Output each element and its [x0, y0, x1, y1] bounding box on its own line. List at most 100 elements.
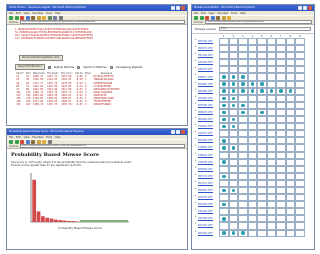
title-bar[interactable]: Probability Based Mowse Score - Microsof… [7, 129, 187, 135]
refresh-icon[interactable] [25, 16, 30, 20]
matrix-cell[interactable] [228, 172, 238, 180]
matrix-cell[interactable] [257, 52, 267, 60]
matrix-cell[interactable] [219, 80, 229, 88]
matrix-cell[interactable] [228, 80, 238, 88]
matrix-cell[interactable] [257, 201, 267, 209]
matrix-cell[interactable] [247, 80, 257, 88]
matrix-cell[interactable] [238, 130, 248, 138]
matrix-cell[interactable] [219, 116, 229, 124]
matrix-cell[interactable] [276, 208, 286, 216]
title-bar[interactable]: Ghost Hunter - Sequence Aligner - Micros… [7, 5, 187, 11]
mail-icon[interactable] [53, 16, 57, 20]
matrix-cell[interactable] [295, 194, 305, 202]
matrix-cell[interactable] [276, 108, 286, 117]
url-input[interactable]: http://localhost/ghosthunter/align.cgi?j… [20, 20, 185, 24]
matrix-cell[interactable] [247, 165, 257, 173]
matrix-cell[interactable] [257, 208, 267, 216]
menu-file[interactable]: File [9, 12, 13, 15]
matrix-cell[interactable] [285, 108, 295, 117]
matrix-cell[interactable] [238, 144, 248, 152]
menu-edit[interactable]: Edit [16, 136, 21, 139]
back-icon[interactable] [194, 16, 198, 20]
matrix-cell[interactable] [238, 201, 248, 209]
matrix-cell[interactable] [247, 158, 257, 166]
matrix-cell[interactable] [295, 52, 305, 60]
matrix-cell[interactable] [247, 94, 257, 102]
matrix-cell[interactable] [238, 45, 248, 53]
matrix-cell[interactable] [266, 94, 276, 102]
protein-link[interactable]: P06746.RFC [197, 38, 219, 45]
protein-link[interactable]: P63104.RFC [197, 222, 219, 229]
matrix-cell[interactable] [257, 108, 267, 117]
matrix-cell[interactable] [285, 101, 295, 109]
select-modification-button[interactable]: Select Modification [15, 64, 45, 71]
matrix-cell[interactable] [228, 73, 238, 81]
menu-help[interactable]: Help [240, 12, 245, 15]
menu-view[interactable]: View [209, 12, 215, 15]
matrix-cell[interactable] [257, 45, 267, 53]
matrix-cell[interactable] [219, 73, 229, 81]
matrix-cell[interactable] [295, 201, 305, 209]
matrix-cell[interactable] [257, 94, 267, 102]
matrix-cell[interactable] [266, 130, 276, 138]
matrix-cell[interactable] [228, 201, 238, 209]
matrix-cell[interactable] [295, 45, 305, 53]
protein-link[interactable]: P61981.RFC [197, 230, 219, 237]
matrix-cell[interactable] [247, 179, 257, 187]
matrix-cell[interactable] [266, 123, 276, 131]
matrix-cell[interactable] [247, 101, 257, 109]
panel-input[interactable]: Enter [218, 27, 311, 31]
matrix-cell[interactable] [295, 158, 305, 166]
matrix-cell[interactable] [228, 94, 238, 102]
protein-link[interactable]: P68363.RFC [197, 187, 219, 194]
matrix-cell[interactable] [257, 80, 267, 88]
protein-link[interactable]: P60709.RFC [197, 102, 219, 109]
matrix-cell[interactable] [257, 229, 267, 237]
matrix-cell[interactable] [295, 229, 305, 237]
close-button[interactable] [181, 6, 185, 10]
matrix-cell[interactable] [238, 208, 248, 216]
matrix-cell[interactable] [257, 215, 267, 223]
matrix-cell[interactable] [266, 59, 276, 67]
matrix-cell[interactable] [276, 59, 286, 67]
matrix-cell[interactable] [247, 194, 257, 202]
radio-overlapping-peptides[interactable] [109, 65, 113, 69]
back-icon[interactable] [9, 140, 13, 144]
matrix-cell[interactable] [276, 222, 286, 230]
matrix-cell[interactable] [285, 186, 295, 195]
protein-link[interactable]: P31946.RFC [197, 208, 219, 215]
matrix-cell[interactable] [285, 137, 295, 145]
menu-file[interactable]: File [9, 136, 13, 139]
matrix-cell[interactable] [228, 101, 238, 109]
matrix-cell[interactable] [238, 165, 248, 173]
matrix-cell[interactable] [219, 165, 229, 173]
matrix-cell[interactable] [266, 222, 276, 230]
protein-link[interactable]: Q71U36.RFC [197, 194, 219, 201]
matrix-cell[interactable] [238, 66, 248, 74]
matrix-cell[interactable] [247, 137, 257, 145]
matrix-cell[interactable] [276, 158, 286, 166]
matrix-cell[interactable] [266, 165, 276, 173]
close-button[interactable] [308, 6, 312, 10]
matrix-cell[interactable] [228, 208, 238, 216]
matrix-cell[interactable] [219, 179, 229, 187]
protein-link[interactable]: P38646.RFC [197, 152, 219, 159]
matrix-cell[interactable] [276, 229, 286, 237]
matrix-cell[interactable] [276, 80, 286, 88]
refresh-icon[interactable] [25, 140, 30, 144]
matrix-cell[interactable] [238, 123, 248, 131]
matrix-cell[interactable] [228, 116, 238, 124]
matrix-cell[interactable] [295, 222, 305, 230]
matrix-cell[interactable] [285, 87, 295, 95]
matrix-cell[interactable] [228, 123, 238, 131]
matrix-cell[interactable] [247, 116, 257, 124]
matrix-cell[interactable] [257, 116, 267, 124]
matrix-cell[interactable] [228, 108, 238, 117]
matrix-cell[interactable] [219, 108, 229, 117]
matrix-cell[interactable] [266, 186, 276, 195]
matrix-cell[interactable] [276, 73, 286, 81]
matrix-cell[interactable] [228, 66, 238, 74]
protein-link[interactable]: P27348.RFC [197, 215, 219, 222]
forward-icon[interactable] [14, 140, 19, 144]
matrix-cell[interactable] [238, 80, 248, 88]
